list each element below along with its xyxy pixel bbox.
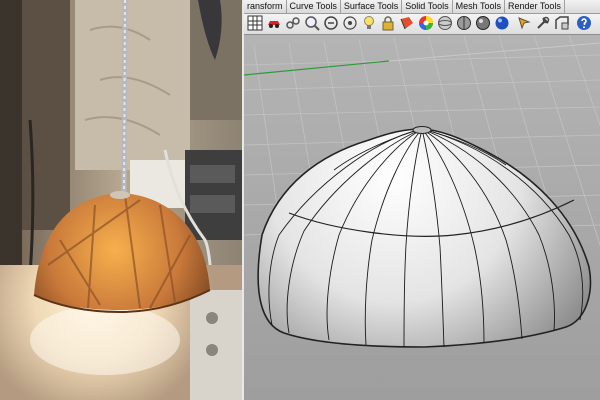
sphere-gray-icon[interactable] [437,15,453,31]
tab-mesh-tools[interactable]: Mesh Tools [453,0,505,13]
shaded-sphere-icon[interactable] [475,15,491,31]
help-icon[interactable] [576,15,592,31]
lock-icon[interactable] [380,15,396,31]
pointer-icon[interactable] [516,15,532,31]
tab-curve-tools[interactable]: Curve Tools [287,0,341,13]
grid-icon[interactable] [247,15,263,31]
dome-top-opening [412,126,432,134]
link-icon[interactable] [285,15,301,31]
blue-sphere-icon[interactable] [494,15,510,31]
toolbar-tab-bar: ransform Curve Tools Surface Tools Solid To… [244,0,600,14]
cad-window: ransform Curve Tools Surface Tools Solid To… [244,0,600,400]
toolbar-icons [244,14,600,35]
lightbulb-icon[interactable] [361,15,377,31]
tab-solid-tools[interactable]: Solid Tools [402,0,453,13]
car-icon[interactable] [266,15,282,31]
sphere-dark-icon[interactable] [456,15,472,31]
tab-render-tools[interactable]: Render Tools [505,0,565,13]
tab-surface-tools[interactable]: Surface Tools [341,0,403,13]
perspective-viewport[interactable] [244,34,600,400]
target-icon[interactable] [342,15,358,31]
magnifier-icon[interactable] [304,15,320,31]
lamp-photo [0,0,242,400]
tools-icon[interactable] [535,15,551,31]
tab-transform[interactable]: ransform [244,0,287,13]
color-wheel-icon[interactable] [418,15,434,31]
transform-icon[interactable] [554,15,570,31]
zoom-window-icon[interactable] [323,15,339,31]
layer-icon[interactable] [399,15,415,31]
